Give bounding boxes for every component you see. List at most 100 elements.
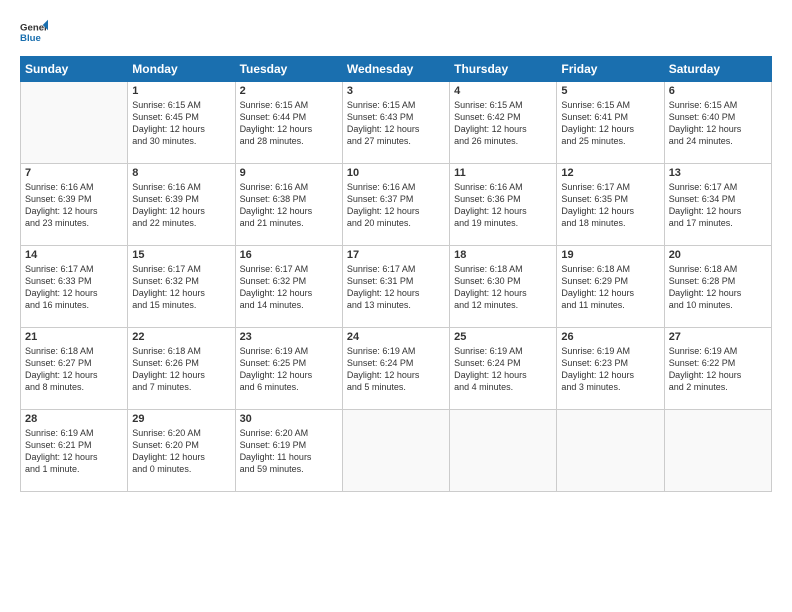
day-info: Sunrise: 6:15 AMSunset: 6:44 PMDaylight:… (240, 99, 338, 148)
day-number: 10 (347, 167, 445, 179)
calendar-cell: 8 Sunrise: 6:16 AMSunset: 6:39 PMDaylight… (128, 164, 235, 246)
day-number: 14 (25, 249, 123, 261)
day-number: 23 (240, 331, 338, 343)
calendar-cell: 4 Sunrise: 6:15 AMSunset: 6:42 PMDaylight… (450, 82, 557, 164)
day-info: Sunrise: 6:16 AMSunset: 6:39 PMDaylight:… (25, 181, 123, 230)
day-number: 8 (132, 167, 230, 179)
day-number: 16 (240, 249, 338, 261)
day-info: Sunrise: 6:19 AMSunset: 6:21 PMDaylight:… (25, 427, 123, 476)
day-info: Sunrise: 6:17 AMSunset: 6:35 PMDaylight:… (561, 181, 659, 230)
svg-text:General: General (20, 22, 48, 33)
day-number: 21 (25, 331, 123, 343)
day-info: Sunrise: 6:16 AMSunset: 6:36 PMDaylight:… (454, 181, 552, 230)
weekday-header-friday: Friday (557, 57, 664, 82)
day-number: 30 (240, 413, 338, 425)
calendar-cell: 15 Sunrise: 6:17 AMSunset: 6:32 PMDayligh… (128, 246, 235, 328)
calendar-cell: 3 Sunrise: 6:15 AMSunset: 6:43 PMDaylight… (342, 82, 449, 164)
day-number: 4 (454, 85, 552, 97)
calendar-cell: 9Sunrise: 6:16 AMSunset: 6:38 PMDaylight… (235, 164, 342, 246)
weekday-header-wednesday: Wednesday (342, 57, 449, 82)
day-info: Sunrise: 6:19 AMSunset: 6:24 PMDaylight:… (454, 345, 552, 394)
day-number: 11 (454, 167, 552, 179)
day-info: Sunrise: 6:18 AMSunset: 6:28 PMDaylight:… (669, 263, 767, 312)
calendar-cell: 7 Sunrise: 6:16 AMSunset: 6:39 PMDaylight… (21, 164, 128, 246)
day-info: Sunrise: 6:17 AMSunset: 6:31 PMDaylight:… (347, 263, 445, 312)
day-number: 1 (132, 85, 230, 97)
day-number: 24 (347, 331, 445, 343)
day-info: Sunrise: 6:20 AMSunset: 6:20 PMDaylight:… (132, 427, 230, 476)
week-row-2: 7 Sunrise: 6:16 AMSunset: 6:39 PMDaylight… (21, 164, 772, 246)
weekday-header-saturday: Saturday (664, 57, 771, 82)
calendar-cell: 22Sunrise: 6:18 AMSunset: 6:26 PMDayligh… (128, 328, 235, 410)
day-number: 25 (454, 331, 552, 343)
calendar-cell: 18Sunrise: 6:18 AMSunset: 6:30 PMDayligh… (450, 246, 557, 328)
week-row-1: 1 Sunrise: 6:15 AMSunset: 6:45 PMDaylight… (21, 82, 772, 164)
day-number: 15 (132, 249, 230, 261)
day-info: Sunrise: 6:19 AMSunset: 6:23 PMDaylight:… (561, 345, 659, 394)
weekday-header-monday: Monday (128, 57, 235, 82)
day-info: Sunrise: 6:20 AMSunset: 6:19 PMDaylight:… (240, 427, 338, 476)
week-row-4: 21 Sunrise: 6:18 AMSunset: 6:27 PMDayligh… (21, 328, 772, 410)
calendar-cell: 25 Sunrise: 6:19 AMSunset: 6:24 PMDayligh… (450, 328, 557, 410)
day-number: 7 (25, 167, 123, 179)
week-row-5: 28 Sunrise: 6:19 AMSunset: 6:21 PMDayligh… (21, 410, 772, 492)
day-info: Sunrise: 6:19 AMSunset: 6:25 PMDaylight:… (240, 345, 338, 394)
day-number: 29 (132, 413, 230, 425)
calendar-cell: 11 Sunrise: 6:16 AMSunset: 6:36 PMDayligh… (450, 164, 557, 246)
calendar-cell: 27 Sunrise: 6:19 AMSunset: 6:22 PMDayligh… (664, 328, 771, 410)
calendar-cell: 21 Sunrise: 6:18 AMSunset: 6:27 PMDayligh… (21, 328, 128, 410)
weekday-header-sunday: Sunday (21, 57, 128, 82)
day-info: Sunrise: 6:17 AMSunset: 6:32 PMDaylight:… (240, 263, 338, 312)
calendar-cell (342, 410, 449, 492)
calendar-cell: 28 Sunrise: 6:19 AMSunset: 6:21 PMDayligh… (21, 410, 128, 492)
calendar-cell: 2 Sunrise: 6:15 AMSunset: 6:44 PMDaylight… (235, 82, 342, 164)
calendar-cell: 10 Sunrise: 6:16 AMSunset: 6:37 PMDayligh… (342, 164, 449, 246)
calendar-cell (21, 82, 128, 164)
day-info: Sunrise: 6:15 AMSunset: 6:42 PMDaylight:… (454, 99, 552, 148)
day-number: 12 (561, 167, 659, 179)
day-number: 17 (347, 249, 445, 261)
calendar-cell: 14 Sunrise: 6:17 AMSunset: 6:33 PMDayligh… (21, 246, 128, 328)
week-row-3: 14 Sunrise: 6:17 AMSunset: 6:33 PMDayligh… (21, 246, 772, 328)
day-info: Sunrise: 6:16 AMSunset: 6:39 PMDaylight:… (132, 181, 230, 230)
day-number: 5 (561, 85, 659, 97)
calendar-cell: 6Sunrise: 6:15 AMSunset: 6:40 PMDaylight… (664, 82, 771, 164)
weekday-header-row: SundayMondayTuesdayWednesdayThursdayFrid… (21, 57, 772, 82)
weekday-header-thursday: Thursday (450, 57, 557, 82)
calendar-cell (450, 410, 557, 492)
calendar: SundayMondayTuesdayWednesdayThursdayFrid… (20, 56, 772, 492)
day-number: 13 (669, 167, 767, 179)
day-number: 2 (240, 85, 338, 97)
day-number: 27 (669, 331, 767, 343)
calendar-cell: 19Sunrise: 6:18 AMSunset: 6:29 PMDayligh… (557, 246, 664, 328)
calendar-cell: 29 Sunrise: 6:20 AMSunset: 6:20 PMDayligh… (128, 410, 235, 492)
calendar-cell: 1 Sunrise: 6:15 AMSunset: 6:45 PMDaylight… (128, 82, 235, 164)
day-info: Sunrise: 6:17 AMSunset: 6:32 PMDaylight:… (132, 263, 230, 312)
day-info: Sunrise: 6:17 AMSunset: 6:33 PMDaylight:… (25, 263, 123, 312)
day-number: 28 (25, 413, 123, 425)
calendar-cell (557, 410, 664, 492)
day-info: Sunrise: 6:16 AMSunset: 6:38 PMDaylight:… (240, 181, 338, 230)
day-info: Sunrise: 6:15 AMSunset: 6:40 PMDaylight:… (669, 99, 767, 148)
logo: General Blue (20, 18, 48, 46)
day-info: Sunrise: 6:18 AMSunset: 6:27 PMDaylight:… (25, 345, 123, 394)
svg-text:Blue: Blue (20, 33, 41, 44)
calendar-cell: 17 Sunrise: 6:17 AMSunset: 6:31 PMDayligh… (342, 246, 449, 328)
day-info: Sunrise: 6:16 AMSunset: 6:37 PMDaylight:… (347, 181, 445, 230)
calendar-cell: 5Sunrise: 6:15 AMSunset: 6:41 PMDaylight… (557, 82, 664, 164)
day-info: Sunrise: 6:18 AMSunset: 6:26 PMDaylight:… (132, 345, 230, 394)
day-info: Sunrise: 6:19 AMSunset: 6:24 PMDaylight:… (347, 345, 445, 394)
calendar-cell: 23 Sunrise: 6:19 AMSunset: 6:25 PMDayligh… (235, 328, 342, 410)
calendar-cell: 16 Sunrise: 6:17 AMSunset: 6:32 PMDayligh… (235, 246, 342, 328)
day-info: Sunrise: 6:19 AMSunset: 6:22 PMDaylight:… (669, 345, 767, 394)
day-info: Sunrise: 6:15 AMSunset: 6:45 PMDaylight:… (132, 99, 230, 148)
day-info: Sunrise: 6:17 AMSunset: 6:34 PMDaylight:… (669, 181, 767, 230)
day-number: 3 (347, 85, 445, 97)
day-info: Sunrise: 6:18 AMSunset: 6:30 PMDaylight:… (454, 263, 552, 312)
day-info: Sunrise: 6:15 AMSunset: 6:43 PMDaylight:… (347, 99, 445, 148)
calendar-cell: 24 Sunrise: 6:19 AMSunset: 6:24 PMDayligh… (342, 328, 449, 410)
calendar-cell (664, 410, 771, 492)
day-info: Sunrise: 6:18 AMSunset: 6:29 PMDaylight:… (561, 263, 659, 312)
logo-icon: General Blue (20, 18, 48, 46)
calendar-cell: 20Sunrise: 6:18 AMSunset: 6:28 PMDayligh… (664, 246, 771, 328)
